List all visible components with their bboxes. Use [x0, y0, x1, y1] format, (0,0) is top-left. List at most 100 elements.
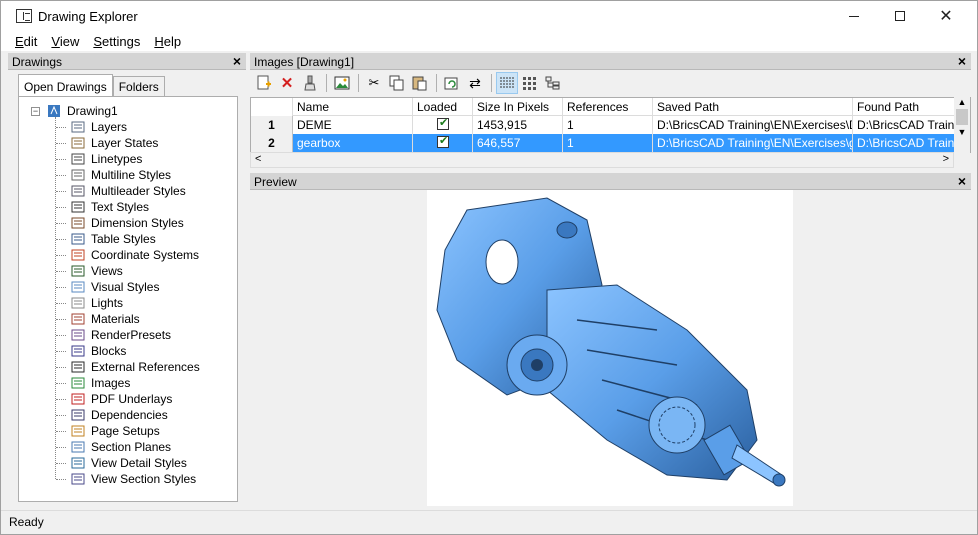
scroll-down-icon[interactable]: ▼: [954, 127, 970, 137]
table-row-selected[interactable]: 2 gearbox 646,557 1 D:\BricsCAD Training…: [251, 134, 970, 152]
tree-item-coordinate-systems[interactable]: Coordinate Systems: [71, 247, 199, 263]
tree-item-label: Linetypes: [91, 152, 143, 166]
loaded-checkbox[interactable]: [437, 116, 449, 130]
external-references-icon: [71, 360, 87, 374]
col-found-path[interactable]: Found Path: [853, 98, 955, 116]
tree-item-materials[interactable]: Materials: [71, 311, 140, 327]
multiline-styles-icon: [71, 168, 87, 182]
new-image-button[interactable]: [253, 72, 275, 94]
tree-view-button[interactable]: [542, 72, 564, 94]
scroll-thumb[interactable]: [956, 109, 968, 125]
menu-help-label: elp: [163, 34, 182, 49]
minimize-button[interactable]: [831, 1, 877, 31]
tree-connector: [56, 207, 66, 208]
drawings-tabs: Open Drawings Folders: [18, 74, 165, 97]
cell-saved-path[interactable]: D:\BricsCAD Training\EN\Exercises\DEME: [653, 116, 853, 134]
close-images-panel-icon[interactable]: ×: [958, 53, 966, 69]
grid-horizontal-scrollbar[interactable]: < >: [250, 152, 954, 168]
table-row[interactable]: 1 DEME 1453,915 1 D:\BricsCAD Training\E…: [251, 116, 970, 134]
reload-button[interactable]: [441, 72, 463, 94]
cell-name[interactable]: DEME: [293, 116, 413, 134]
tree-connector: [56, 191, 66, 192]
col-saved-path[interactable]: Saved Path: [653, 98, 853, 116]
close-drawings-panel-icon[interactable]: ×: [233, 53, 241, 69]
refresh-button[interactable]: ⇄: [464, 72, 486, 94]
scroll-left-icon[interactable]: <: [255, 153, 261, 165]
tree-item-dimension-styles[interactable]: Dimension Styles: [71, 215, 184, 231]
tree-item-renderpresets[interactable]: RenderPresets: [71, 327, 171, 343]
blocks-icon: [71, 344, 87, 358]
copy-button[interactable]: [386, 72, 408, 94]
grid-vertical-scrollbar[interactable]: ▲ ▼: [954, 97, 970, 153]
cell-name[interactable]: gearbox: [293, 134, 413, 152]
cell-loaded[interactable]: [413, 134, 473, 152]
drawing-icon: [47, 104, 63, 118]
tree-item-visual-styles[interactable]: Visual Styles: [71, 279, 159, 295]
scroll-up-icon[interactable]: ▲: [954, 97, 970, 107]
menu-view[interactable]: View: [44, 31, 86, 51]
cell-loaded[interactable]: [413, 116, 473, 134]
tree-item-views[interactable]: Views: [71, 263, 123, 279]
close-preview-panel-icon[interactable]: ×: [958, 173, 966, 189]
tree-item-lights[interactable]: Lights: [71, 295, 123, 311]
tree-item-view-section-styles[interactable]: View Section Styles: [71, 471, 196, 487]
tree-item-page-setups[interactable]: Page Setups: [71, 423, 160, 439]
paste-button[interactable]: [409, 72, 431, 94]
purge-button[interactable]: [299, 72, 321, 94]
details-view-button[interactable]: [496, 72, 518, 94]
collapse-expander-icon[interactable]: −: [31, 107, 40, 116]
tree-item-blocks[interactable]: Blocks: [71, 343, 126, 359]
tab-open-drawings[interactable]: Open Drawings: [18, 74, 113, 96]
tree-item-label: Table Styles: [91, 232, 156, 246]
copy-icon: [389, 75, 404, 91]
menu-edit[interactable]: Edit: [8, 31, 44, 51]
cut-button[interactable]: ✂: [363, 72, 385, 94]
scroll-right-icon[interactable]: >: [943, 153, 949, 165]
tree-item-label: Dependencies: [91, 408, 168, 422]
tree-item-view-detail-styles[interactable]: View Detail Styles: [71, 455, 187, 471]
cell-saved-path[interactable]: D:\BricsCAD Training\EN\Exercises\gearb: [653, 134, 853, 152]
tree-item-label: Text Styles: [91, 200, 150, 214]
tree-item-external-references[interactable]: External References: [71, 359, 200, 375]
drawings-panel-header: Drawings ×: [8, 53, 246, 70]
tree-connector: [56, 175, 66, 176]
icons-view-button[interactable]: [519, 72, 541, 94]
table-styles-icon: [71, 232, 87, 246]
loaded-checkbox[interactable]: [437, 134, 449, 148]
attach-image-button[interactable]: [331, 72, 353, 94]
maximize-button[interactable]: [877, 1, 923, 31]
drawings-panel-title: Drawings: [12, 55, 63, 69]
preview-panel-header: Preview ×: [250, 173, 971, 190]
col-size[interactable]: Size In Pixels: [473, 98, 563, 116]
menu-help[interactable]: Help: [147, 31, 188, 51]
menu-settings-accel: S: [93, 34, 103, 49]
layer-states-icon: [71, 136, 87, 150]
tree-item-images[interactable]: Images: [71, 375, 130, 391]
tree-item-multiline-styles[interactable]: Multiline Styles: [71, 167, 171, 183]
tree-item-label: Multileader Styles: [91, 184, 186, 198]
col-references[interactable]: References: [563, 98, 653, 116]
tree-item-layers[interactable]: Layers: [71, 119, 127, 135]
tab-folders[interactable]: Folders: [112, 76, 165, 96]
tree-item-section-planes[interactable]: Section Planes: [71, 439, 171, 455]
tree-item-pdf-underlays[interactable]: PDF Underlays: [71, 391, 172, 407]
tree-item-multileader-styles[interactable]: Multileader Styles: [71, 183, 186, 199]
tree-item-table-styles[interactable]: Table Styles: [71, 231, 156, 247]
delete-button[interactable]: ✕: [276, 72, 298, 94]
tree-connector: [56, 431, 66, 432]
close-button[interactable]: ✕: [923, 1, 969, 31]
tree-item-dependencies[interactable]: Dependencies: [71, 407, 168, 423]
tree-root-drawing[interactable]: Drawing1: [47, 103, 118, 119]
tree-item-layer-states[interactable]: Layer States: [71, 135, 158, 151]
tree-connector: [56, 463, 66, 464]
menu-settings[interactable]: Settings: [86, 31, 147, 51]
tree-item-text-styles[interactable]: Text Styles: [71, 199, 149, 215]
tree-root-label: Drawing1: [67, 104, 118, 118]
tree-item-linetypes[interactable]: Linetypes: [71, 151, 142, 167]
col-name[interactable]: Name: [293, 98, 413, 116]
tree-connector: [56, 255, 66, 256]
drawings-panel: Drawings × Open Drawings Folders − Drawin…: [8, 53, 246, 507]
tree-connector: [56, 143, 66, 144]
col-loaded[interactable]: Loaded: [413, 98, 473, 116]
tree-item-label: Layers: [91, 120, 128, 134]
